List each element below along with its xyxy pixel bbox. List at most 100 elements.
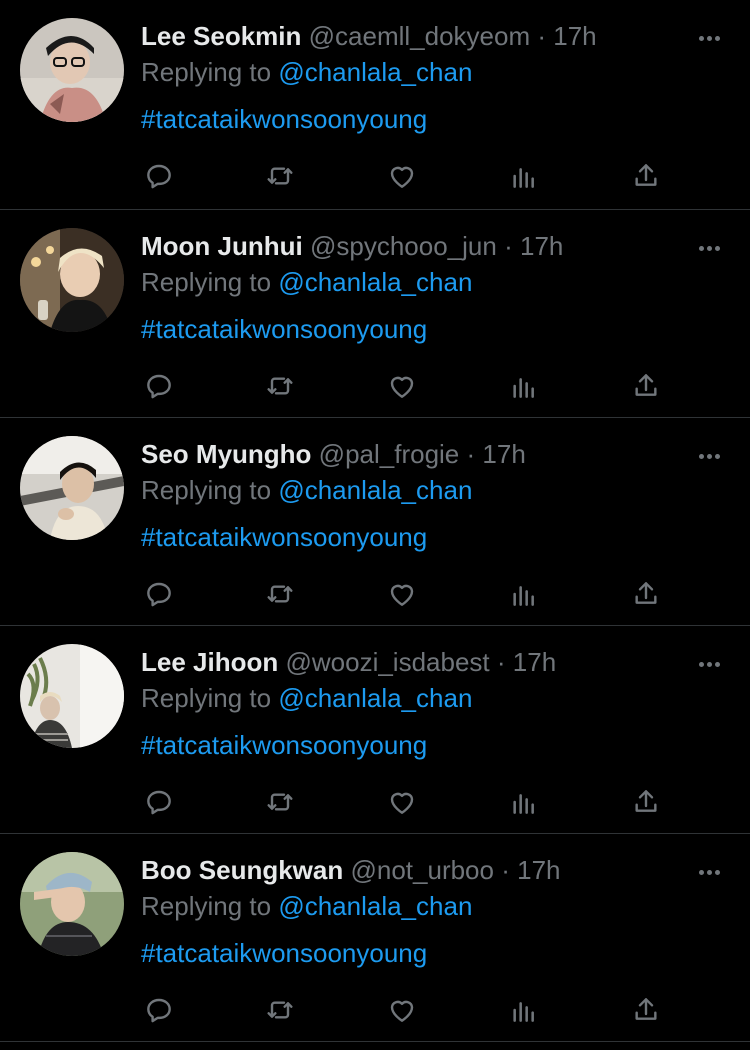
- hashtag-link[interactable]: #tatcataikwonsoonyoung: [141, 728, 730, 764]
- share-button[interactable]: [628, 368, 664, 404]
- reply-button[interactable]: [141, 576, 177, 612]
- share-button[interactable]: [628, 784, 664, 820]
- reply-icon: [147, 374, 171, 399]
- avatar-image: [20, 852, 124, 956]
- views-button[interactable]: [506, 992, 542, 1028]
- hashtag-link[interactable]: #tatcataikwonsoonyoung: [141, 102, 730, 138]
- share-icon: [635, 790, 657, 812]
- reply-button[interactable]: [141, 992, 177, 1028]
- heart-icon: [390, 166, 414, 188]
- tweet-item[interactable]: Lee Seokmin @caemll_dokyeom · 17h Replyi…: [0, 0, 750, 210]
- reply-feed: Lee Seokmin @caemll_dokyeom · 17h Replyi…: [0, 0, 750, 1042]
- reply-mention-link[interactable]: @chanlala_chan: [278, 57, 472, 87]
- heart-icon: [390, 376, 414, 398]
- views-icon: [513, 378, 534, 398]
- views-button[interactable]: [506, 576, 542, 612]
- retweet-icon: [267, 377, 293, 395]
- timestamp[interactable]: 17h: [513, 647, 556, 677]
- user-handle[interactable]: @woozi_isdabest: [285, 647, 489, 677]
- share-button[interactable]: [628, 158, 664, 194]
- reply-icon: [147, 582, 171, 607]
- user-handle[interactable]: @spychooo_jun: [310, 231, 497, 261]
- timestamp[interactable]: 17h: [520, 231, 563, 261]
- display-name[interactable]: Moon Junhui: [141, 231, 303, 261]
- tweet-item[interactable]: Boo Seungkwan @not_urboo · 17h Replying …: [0, 834, 750, 1042]
- user-handle[interactable]: @not_urboo: [350, 855, 494, 885]
- reply-button[interactable]: [141, 368, 177, 404]
- tweet-content: Boo Seungkwan @not_urboo · 17h Replying …: [141, 850, 730, 972]
- retweet-icon: [267, 793, 293, 811]
- reply-mention-link[interactable]: @chanlala_chan: [278, 267, 472, 297]
- reply-button[interactable]: [141, 158, 177, 194]
- reply-mention-link[interactable]: @chanlala_chan: [278, 475, 472, 505]
- timestamp[interactable]: 17h: [553, 21, 596, 51]
- timestamp[interactable]: 17h: [482, 439, 525, 469]
- replying-prefix: Replying to: [141, 267, 272, 297]
- tweet-item[interactable]: Seo Myungho @pal_frogie · 17h Replying t…: [0, 418, 750, 626]
- user-handle[interactable]: @caemll_dokyeom: [309, 21, 530, 51]
- reply-icon: [147, 790, 171, 815]
- tweet-header: Lee Jihoon @woozi_isdabest · 17h: [141, 642, 730, 682]
- display-name[interactable]: Lee Jihoon: [141, 647, 278, 677]
- retweet-button[interactable]: [262, 784, 298, 820]
- hashtag-link[interactable]: #tatcataikwonsoonyoung: [141, 936, 730, 972]
- reply-mention-link[interactable]: @chanlala_chan: [278, 891, 472, 921]
- share-icon: [635, 164, 657, 186]
- views-button[interactable]: [506, 158, 542, 194]
- reply-button[interactable]: [141, 784, 177, 820]
- display-name[interactable]: Lee Seokmin: [141, 21, 301, 51]
- more-options-button[interactable]: [694, 28, 724, 48]
- separator-dot: ·: [504, 231, 513, 261]
- display-name[interactable]: Seo Myungho: [141, 439, 311, 469]
- retweet-button[interactable]: [262, 368, 298, 404]
- replying-to-line: Replying to @chanlala_chan: [141, 474, 730, 510]
- retweet-button[interactable]: [262, 992, 298, 1028]
- like-button[interactable]: [384, 992, 420, 1028]
- timestamp[interactable]: 17h: [517, 855, 560, 885]
- more-icon: [706, 245, 712, 251]
- retweet-button[interactable]: [262, 158, 298, 194]
- like-button[interactable]: [384, 784, 420, 820]
- like-button[interactable]: [384, 576, 420, 612]
- tweet-item[interactable]: Lee Jihoon @woozi_isdabest · 17h Replyin…: [0, 626, 750, 834]
- tweet-header: Boo Seungkwan @not_urboo · 17h: [141, 850, 730, 890]
- more-icon: [706, 661, 712, 667]
- more-options-button[interactable]: [694, 654, 724, 674]
- avatar[interactable]: [20, 436, 124, 540]
- more-icon: [698, 245, 704, 251]
- more-icon: [714, 453, 720, 459]
- share-button[interactable]: [628, 992, 664, 1028]
- more-options-button[interactable]: [694, 862, 724, 882]
- avatar[interactable]: [20, 228, 124, 332]
- tweet-content: Lee Seokmin @caemll_dokyeom · 17h Replyi…: [141, 16, 730, 138]
- replying-to-line: Replying to @chanlala_chan: [141, 890, 730, 926]
- more-icon: [714, 869, 720, 875]
- avatar[interactable]: [20, 852, 124, 956]
- more-icon: [706, 35, 712, 41]
- more-icon: [698, 453, 704, 459]
- like-button[interactable]: [384, 158, 420, 194]
- avatar[interactable]: [20, 18, 124, 122]
- retweet-icon: [267, 585, 293, 603]
- replying-prefix: Replying to: [141, 475, 272, 505]
- more-options-button[interactable]: [694, 238, 724, 258]
- tweet-content: Lee Jihoon @woozi_isdabest · 17h Replyin…: [141, 642, 730, 764]
- more-icon: [698, 661, 704, 667]
- heart-icon: [390, 792, 414, 814]
- hashtag-link[interactable]: #tatcataikwonsoonyoung: [141, 312, 730, 348]
- heart-icon: [390, 1000, 414, 1022]
- hashtag-link[interactable]: #tatcataikwonsoonyoung: [141, 520, 730, 556]
- tweet-header: Moon Junhui @spychooo_jun · 17h: [141, 226, 730, 266]
- views-button[interactable]: [506, 784, 542, 820]
- reply-mention-link[interactable]: @chanlala_chan: [278, 683, 472, 713]
- share-button[interactable]: [628, 576, 664, 612]
- views-button[interactable]: [506, 368, 542, 404]
- more-options-button[interactable]: [694, 446, 724, 466]
- like-button[interactable]: [384, 368, 420, 404]
- avatar[interactable]: [20, 644, 124, 748]
- display-name[interactable]: Boo Seungkwan: [141, 855, 343, 885]
- retweet-button[interactable]: [262, 576, 298, 612]
- tweet-item[interactable]: Moon Junhui @spychooo_jun · 17h Replying…: [0, 210, 750, 418]
- user-handle[interactable]: @pal_frogie: [319, 439, 460, 469]
- replying-prefix: Replying to: [141, 683, 272, 713]
